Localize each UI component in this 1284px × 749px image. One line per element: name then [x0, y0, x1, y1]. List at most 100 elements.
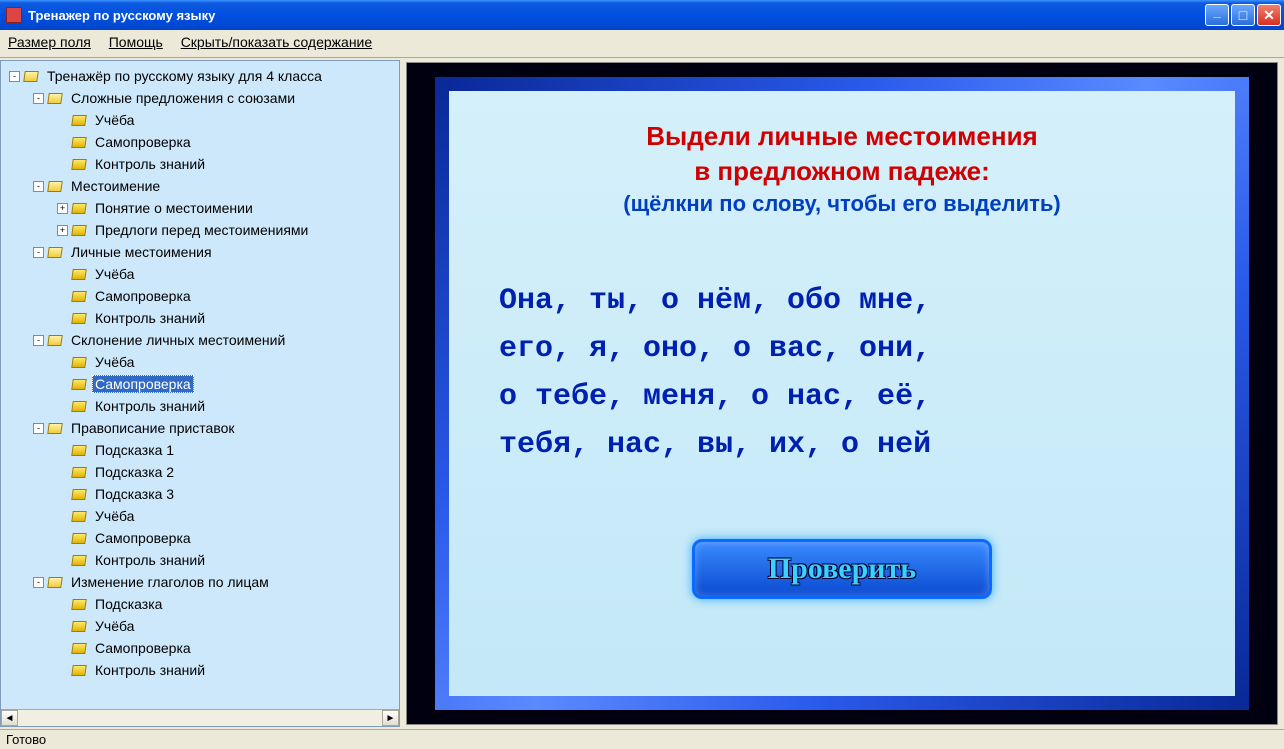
statusbar: Готово [0, 729, 1284, 749]
expand-icon[interactable]: + [57, 203, 68, 214]
tree-panel[interactable]: -Тренажёр по русскому языку для 4 класса… [0, 60, 400, 727]
collapse-icon[interactable]: - [33, 335, 44, 346]
expander-blank [57, 533, 68, 544]
exercise-words[interactable]: Она, ты, о нём, обо мне, его, я, оно, о … [489, 277, 1195, 469]
book-icon [71, 269, 87, 280]
tree-item-label[interactable]: Тренажёр по русскому языку для 4 класса [44, 67, 325, 85]
tree-item[interactable]: Учёба [3, 615, 397, 637]
book-icon [71, 357, 87, 368]
tree-item-label[interactable]: Подсказка 3 [92, 485, 177, 503]
collapse-icon[interactable]: - [33, 93, 44, 104]
tree-item-label[interactable]: Самопроверка [92, 133, 194, 151]
tree-item-label[interactable]: Контроль знаний [92, 551, 208, 569]
tree-item[interactable]: - Изменение глаголов по лицам [3, 571, 397, 593]
tree-item-label[interactable]: Правописание приставок [68, 419, 238, 437]
book-icon [71, 533, 87, 544]
words-line[interactable]: тебя, нас, вы, их, о ней [499, 421, 1185, 469]
tree-item[interactable]: Контроль знаний [3, 153, 397, 175]
tree-item[interactable]: + Понятие о местоимении [3, 197, 397, 219]
tree-item[interactable]: Контроль знаний [3, 659, 397, 681]
tree-item-label[interactable]: Местоимение [68, 177, 163, 195]
tree-item[interactable]: + Предлоги перед местоимениями [3, 219, 397, 241]
words-line[interactable]: о тебе, меня, о нас, её, [499, 373, 1185, 421]
tree-item[interactable]: - Местоимение [3, 175, 397, 197]
book-icon [71, 621, 87, 632]
tree-item-label[interactable]: Склонение личных местоимений [68, 331, 288, 349]
tree-item[interactable]: Контроль знаний [3, 307, 397, 329]
tree-item[interactable]: Подсказка [3, 593, 397, 615]
expander-blank [57, 643, 68, 654]
tree-item-label[interactable]: Предлоги перед местоимениями [92, 221, 311, 239]
tree-item[interactable]: Учёба [3, 505, 397, 527]
tree-item-label[interactable]: Учёба [92, 265, 137, 283]
tree-item[interactable]: - Правописание приставок [3, 417, 397, 439]
tree-item-label[interactable]: Самопроверка [92, 287, 194, 305]
tree-item-label[interactable]: Учёба [92, 507, 137, 525]
tree-item[interactable]: - Тренажёр по русскому языку для 4 класса [3, 65, 397, 87]
expander-blank [57, 511, 68, 522]
tree-item-label[interactable]: Контроль знаний [92, 397, 208, 415]
tree-item[interactable]: Подсказка 2 [3, 461, 397, 483]
instruction-hint: (щёлкни по слову, чтобы его выделить) [623, 191, 1061, 217]
tree-root: -Тренажёр по русскому языку для 4 класса… [1, 61, 399, 685]
tree-item-label[interactable]: Самопроверка [92, 375, 194, 393]
tree-item[interactable]: - Склонение личных местоимений [3, 329, 397, 351]
tree-item[interactable]: Учёба [3, 351, 397, 373]
tree-item-label[interactable]: Подсказка [92, 595, 165, 613]
menu-help[interactable]: Помощь [109, 34, 163, 50]
collapse-icon[interactable]: - [33, 577, 44, 588]
tree-item-label[interactable]: Контроль знаний [92, 309, 208, 327]
tree-item-label[interactable]: Подсказка 2 [92, 463, 177, 481]
check-button[interactable]: Проверить [692, 539, 992, 599]
tree-item-label[interactable]: Учёба [92, 111, 137, 129]
words-line[interactable]: Она, ты, о нём, обо мне, [499, 277, 1185, 325]
tree-item-label[interactable]: Сложные предложения с союзами [68, 89, 298, 107]
tree-item-label[interactable]: Учёба [92, 353, 137, 371]
tree-item[interactable]: Самопроверка [3, 373, 397, 395]
tree-item[interactable]: - Сложные предложения с союзами [3, 87, 397, 109]
collapse-icon[interactable]: - [33, 181, 44, 192]
book-icon [47, 335, 63, 346]
tree-item[interactable]: Самопроверка [3, 131, 397, 153]
tree-item[interactable]: Контроль знаний [3, 395, 397, 417]
maximize-button[interactable] [1231, 4, 1255, 26]
tree-item-label[interactable]: Учёба [92, 617, 137, 635]
collapse-icon[interactable]: - [9, 71, 20, 82]
expander-blank [57, 379, 68, 390]
expand-icon[interactable]: + [57, 225, 68, 236]
book-icon [71, 313, 87, 324]
tree-item-label[interactable]: Контроль знаний [92, 155, 208, 173]
tree-item[interactable]: Самопроверка [3, 527, 397, 549]
collapse-icon[interactable]: - [33, 247, 44, 258]
book-icon [71, 115, 87, 126]
tree-item[interactable]: Подсказка 3 [3, 483, 397, 505]
tree-item-label[interactable]: Личные местоимения [68, 243, 215, 261]
book-icon [71, 401, 87, 412]
tree-item[interactable]: - Личные местоимения [3, 241, 397, 263]
tree-item-label[interactable]: Понятие о местоимении [92, 199, 256, 217]
tree-item-label[interactable]: Контроль знаний [92, 661, 208, 679]
words-line[interactable]: его, я, оно, о вас, они, [499, 325, 1185, 373]
tree-item-label[interactable]: Подсказка 1 [92, 441, 177, 459]
tree-item[interactable]: Самопроверка [3, 285, 397, 307]
check-button-label: Проверить [768, 552, 916, 586]
collapse-icon[interactable]: - [33, 423, 44, 434]
tree-item[interactable]: Контроль знаний [3, 549, 397, 571]
minimize-button[interactable] [1205, 4, 1229, 26]
scroll-track[interactable] [18, 710, 382, 726]
tree-item[interactable]: Учёба [3, 109, 397, 131]
close-button[interactable] [1257, 4, 1281, 26]
menu-field-size[interactable]: Размер поля [8, 34, 91, 50]
scroll-right-button[interactable]: ► [382, 710, 399, 726]
tree-item[interactable]: Подсказка 1 [3, 439, 397, 461]
tree-item[interactable]: Самопроверка [3, 637, 397, 659]
scroll-left-button[interactable]: ◄ [1, 710, 18, 726]
expander-blank [57, 159, 68, 170]
menu-toggle-toc[interactable]: Скрыть/показать содержание [181, 34, 372, 50]
book-icon [71, 159, 87, 170]
tree-item-label[interactable]: Самопроверка [92, 639, 194, 657]
tree-item-label[interactable]: Изменение глаголов по лицам [68, 573, 272, 591]
tree-item-label[interactable]: Самопроверка [92, 529, 194, 547]
tree-item[interactable]: Учёба [3, 263, 397, 285]
tree-hscrollbar[interactable]: ◄ ► [1, 709, 399, 726]
